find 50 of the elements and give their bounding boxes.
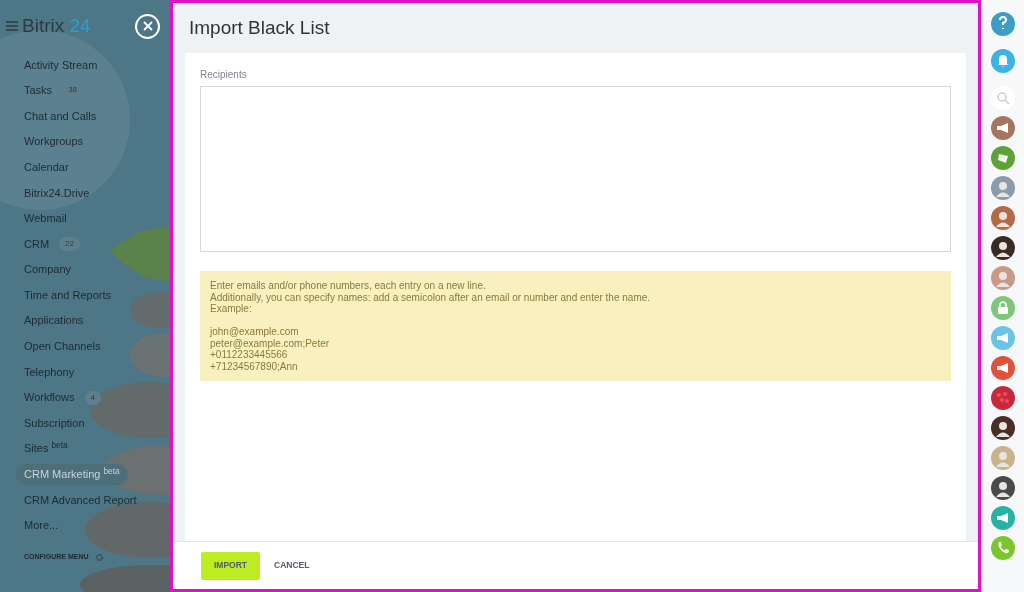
megaphone-icon[interactable]: [990, 326, 1015, 350]
example-text: +71234567890;Ann: [210, 360, 299, 372]
menu-item[interactable]: CRM Marketing $^{beta}$: [16, 464, 128, 485]
menu-item[interactable]: Chat and Calls: [16, 105, 105, 127]
menu-item[interactable]: Telephony: [16, 361, 83, 383]
avatar-icon[interactable]: [990, 236, 1015, 260]
menu-item[interactable]: Applications: [16, 310, 92, 331]
panel-title: Import Black List: [189, 15, 330, 40]
megaphone-icon[interactable]: [990, 356, 1015, 380]
menu-item[interactable]: Open Channels: [16, 336, 109, 357]
menu-item[interactable]: Activity Stream: [16, 54, 106, 76]
hint-text: Additionally, you can specify names: add a semicolon after an email or number and enter the name.: [210, 291, 652, 303]
menu-item[interactable]: Webmail: [16, 208, 75, 229]
menu-item[interactable]: CRM: [16, 233, 58, 255]
picture-icon[interactable]: [990, 386, 1015, 410]
recipients-field[interactable]: [200, 86, 951, 252]
example-text: john@example.com: [210, 326, 300, 338]
phone-icon[interactable]: [990, 536, 1015, 560]
help-icon[interactable]: [990, 12, 1015, 36]
menu-item[interactable]: More...: [16, 515, 67, 536]
menu-icon[interactable]: [6, 21, 18, 31]
menu-item[interactable]: Workgroups: [16, 131, 92, 152]
megaphone-icon[interactable]: [990, 506, 1015, 530]
lock-icon[interactable]: [990, 296, 1015, 320]
menu-item[interactable]: Bitrix24.Drive: [16, 182, 98, 203]
menu-item[interactable]: Sites $^{beta}$: [16, 438, 76, 459]
menu-item[interactable]: Workflows: [16, 387, 83, 408]
logo: Bitrix 24: [22, 13, 91, 38]
bell-icon[interactable]: [990, 49, 1015, 73]
close-icon: [142, 21, 153, 31]
import-button[interactable]: IMPORT: [201, 551, 261, 580]
menu-item[interactable]: Company: [16, 259, 80, 280]
note-icon[interactable]: [990, 146, 1015, 170]
hint-text: Example:: [210, 303, 253, 315]
avatar-icon[interactable]: [990, 476, 1015, 500]
field-label: Recipients: [200, 68, 248, 82]
menu-item[interactable]: Calendar: [16, 156, 77, 178]
example-text: peter@example.com;Peter: [210, 337, 331, 349]
gear-icon[interactable]: [94, 553, 104, 563]
cancel-button[interactable]: CANCEL: [272, 551, 312, 580]
menu-item[interactable]: Time and Reports: [16, 284, 120, 306]
megaphone-icon[interactable]: [990, 116, 1015, 140]
search-icon[interactable]: [990, 86, 1015, 110]
menu-item[interactable]: Tasks: [16, 80, 61, 101]
avatar-icon[interactable]: [990, 416, 1015, 440]
close-button[interactable]: [135, 13, 160, 39]
example-text: +0112233445566: [210, 349, 289, 361]
menu-item[interactable]: Subscription: [16, 412, 93, 434]
hint-text: Enter emails and/or phone numbers, each entry on a new line.: [210, 280, 487, 292]
menu-item[interactable]: CRM Advanced Report: [16, 489, 145, 511]
